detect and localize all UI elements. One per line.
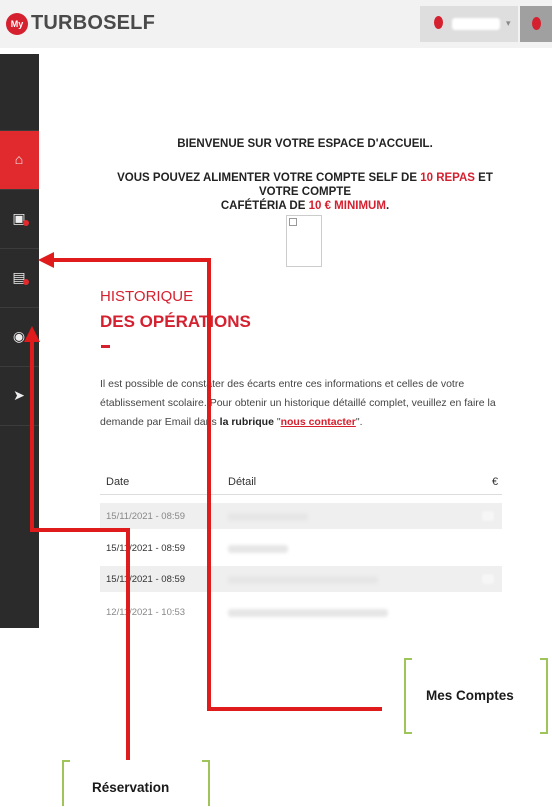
table-row: 15/11/2021 - 08:59 — [100, 503, 502, 529]
meal-count: 10 REPAS — [420, 172, 475, 184]
welcome-message: VOUS POUVEZ ALIMENTER VOTRE COMPTE SELF … — [100, 171, 510, 213]
redacted-detail — [228, 576, 378, 584]
redacted-detail — [228, 545, 288, 553]
callout-mes-comptes: Mes Comptes — [404, 658, 548, 734]
title-underline — [101, 345, 110, 348]
sidebar-item-home[interactable]: ⌂ — [0, 131, 39, 190]
divider — [100, 494, 502, 495]
contact-link[interactable]: nous contacter — [281, 416, 356, 428]
chevron-down-icon: ▾ — [506, 18, 511, 28]
history-title-light: HISTORIQUE — [100, 288, 194, 305]
broken-image — [286, 215, 322, 267]
annotation-arrow-line — [126, 528, 130, 760]
row-date: 15/11/2021 - 08:59 — [106, 543, 186, 554]
top-bar: My TURBOSELF ▾ — [0, 0, 552, 48]
welcome-text: VOUS POUVEZ ALIMENTER VOTRE COMPTE SELF … — [117, 172, 421, 184]
table-header: Date Détail € — [100, 470, 502, 494]
logo-badge: My — [6, 12, 28, 35]
redacted-user-name — [452, 18, 500, 30]
welcome-text: CAFÉTÉRIA DE — [220, 200, 309, 212]
info-text: ". — [355, 416, 363, 428]
welcome-text: . — [385, 200, 390, 212]
redacted-detail — [228, 609, 388, 617]
minimum-amount: 10 € MINIMUM — [308, 200, 386, 212]
arrow-up-icon — [24, 326, 40, 342]
location-pin-icon — [434, 16, 443, 29]
sidebar-item-accounts[interactable]: ▣ — [0, 190, 39, 249]
annotation-arrow-line — [52, 258, 211, 262]
table-row: 15/11/2021 - 08:59 — [100, 566, 502, 592]
power-icon — [532, 17, 541, 30]
annotation-arrow-line — [30, 342, 34, 532]
info-text: " — [273, 416, 281, 428]
table-row: 15/11/2021 - 08:59 — [100, 535, 502, 561]
callout-label: Réservation — [92, 780, 170, 795]
annotation-arrow-line — [207, 707, 382, 711]
sidebar-spacer — [0, 74, 39, 131]
notification-dot — [23, 279, 29, 285]
callout-reservation: Réservation — [62, 760, 210, 806]
row-date: 15/11/2021 - 08:59 — [106, 574, 186, 585]
info-bold: la rubrique — [219, 416, 274, 428]
callout-label: Mes Comptes — [426, 688, 514, 703]
row-date: 12/11/2021 - 10:53 — [106, 607, 186, 618]
column-date: Date — [106, 476, 130, 488]
column-amount: € — [492, 476, 499, 488]
column-detail: Détail — [228, 476, 257, 488]
redacted-amount — [482, 574, 494, 584]
redacted-detail — [228, 513, 308, 521]
table-row: 12/11/2021 - 10:53 — [100, 599, 502, 625]
send-icon: ➤ — [13, 387, 25, 403]
logo-text: TURBOSELF — [31, 12, 156, 34]
history-title-bold: DES OPÉRATIONS — [100, 312, 251, 331]
user-menu[interactable]: ▾ — [420, 6, 518, 42]
broken-image-icon — [289, 218, 297, 226]
logout-button[interactable] — [520, 6, 552, 42]
redacted-amount — [482, 511, 494, 521]
welcome-title: BIENVENUE SUR VOTRE ESPACE D'ACCUEIL. — [177, 138, 433, 150]
arrow-left-icon — [38, 252, 54, 268]
history-info: Il est possible de constater des écarts … — [100, 375, 498, 432]
app-logo[interactable]: My TURBOSELF — [6, 12, 155, 35]
annotation-arrow-line — [30, 528, 130, 532]
sidebar-item-reservation[interactable]: ▤ — [0, 249, 39, 308]
row-date: 15/11/2021 - 08:59 — [106, 511, 186, 522]
notification-dot — [23, 220, 29, 226]
home-icon: ⌂ — [14, 151, 24, 167]
annotation-arrow-line — [207, 258, 211, 711]
